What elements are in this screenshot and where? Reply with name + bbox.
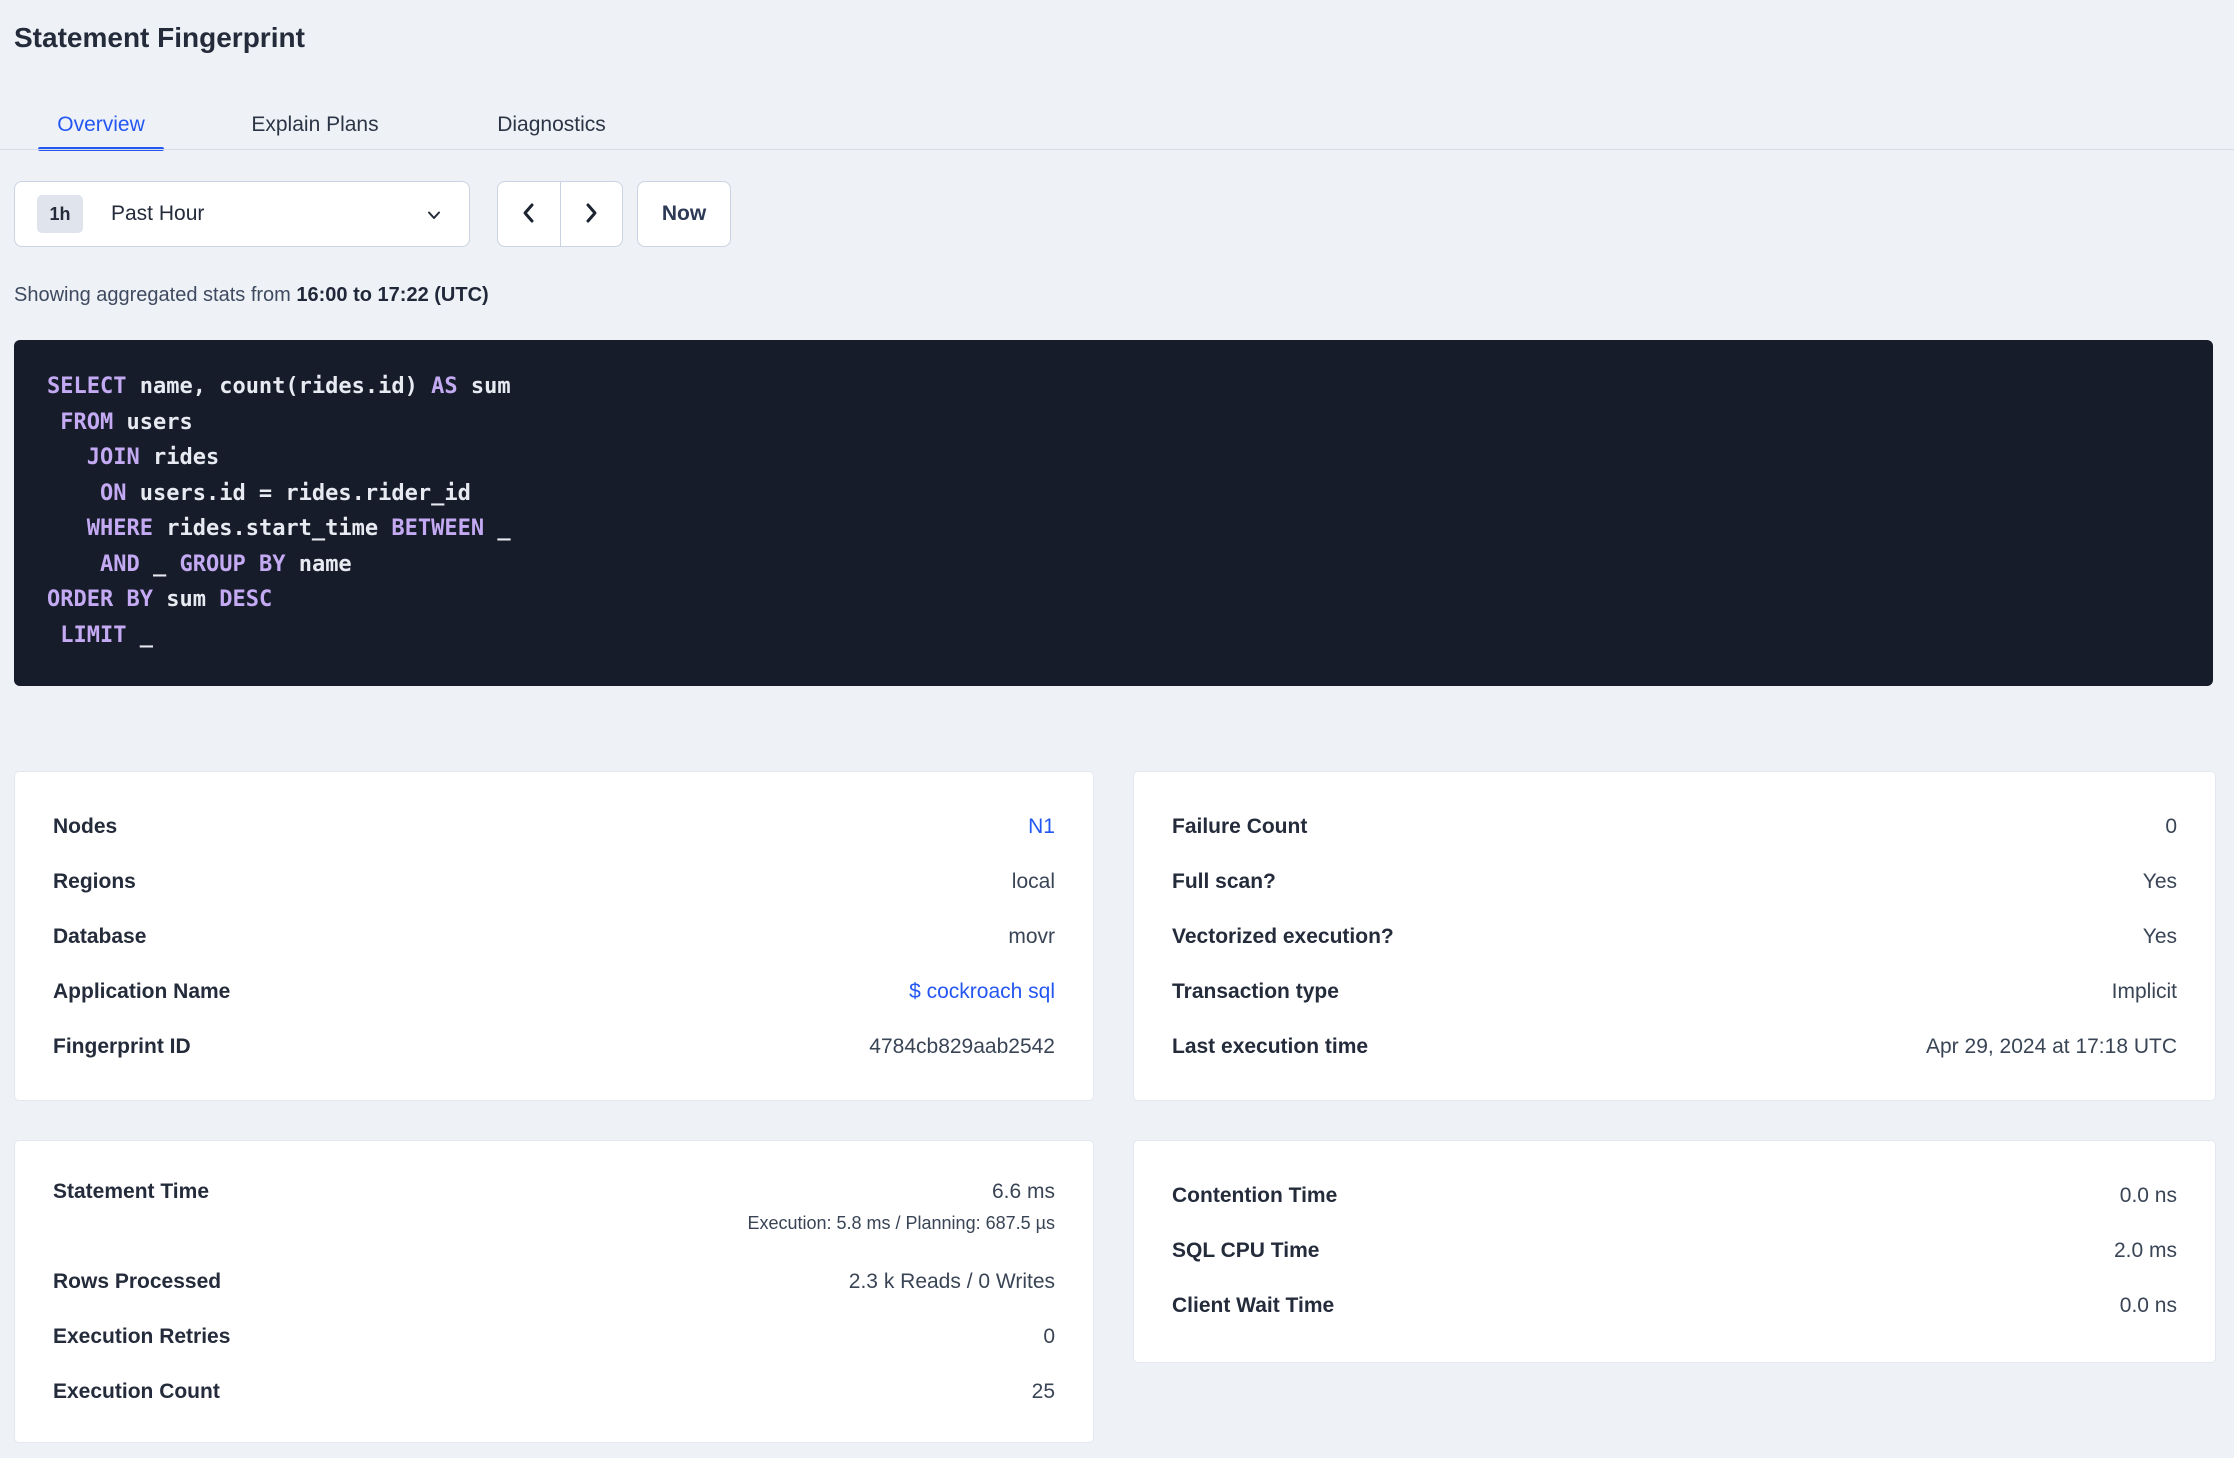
detail-row-transaction-type: Transaction type Implicit bbox=[1172, 964, 2177, 1019]
contention-time-value: 0.0 ns bbox=[2119, 1183, 2177, 1207]
detail-row-client-wait-time: Client Wait Time 0.0 ns bbox=[1172, 1278, 2177, 1333]
rows-processed-label: Rows Processed bbox=[53, 1269, 222, 1293]
detail-row-database: Database movr bbox=[53, 909, 1055, 964]
tab-overview[interactable]: Overview bbox=[38, 100, 164, 151]
chevron-left-icon bbox=[518, 201, 540, 228]
detail-row-statement-time: Statement Time 6.6 ms Execution: 5.8 ms … bbox=[53, 1168, 1055, 1254]
execution-retries-value: 0 bbox=[1043, 1324, 1055, 1348]
tabs-divider bbox=[0, 149, 2234, 150]
execution-count-value: 25 bbox=[1031, 1379, 1055, 1403]
tab-diagnostics[interactable]: Diagnostics bbox=[476, 100, 627, 150]
statement-time-card: Statement Time 6.6 ms Execution: 5.8 ms … bbox=[14, 1140, 1094, 1443]
sql-statement-box: SELECT name, count(rides.id) AS sum FROM… bbox=[14, 340, 2213, 686]
application-name-link[interactable]: $ cockroach sql bbox=[909, 980, 1055, 1004]
detail-row-nodes: Nodes N1 bbox=[53, 799, 1055, 854]
tab-overview-label: Overview bbox=[57, 113, 145, 136]
detail-row-application-name: Application Name $ cockroach sql bbox=[53, 964, 1055, 1019]
sql-cpu-time-label: SQL CPU Time bbox=[1172, 1238, 1320, 1262]
fingerprint-id-label: Fingerprint ID bbox=[53, 1034, 191, 1058]
statement-fingerprint-page: Statement Fingerprint Overview Explain P… bbox=[0, 0, 2234, 1458]
detail-row-full-scan: Full scan? Yes bbox=[1172, 854, 2177, 909]
full-scan-label: Full scan? bbox=[1172, 869, 1276, 893]
regions-label: Regions bbox=[53, 869, 136, 893]
contention-card: Contention Time 0.0 ns SQL CPU Time 2.0 … bbox=[1133, 1140, 2216, 1363]
client-wait-time-label: Client Wait Time bbox=[1172, 1293, 1335, 1317]
nodes-label: Nodes bbox=[53, 814, 118, 838]
detail-row-regions: Regions local bbox=[53, 854, 1055, 909]
failure-count-label: Failure Count bbox=[1172, 814, 1308, 838]
vectorized-label: Vectorized execution? bbox=[1172, 924, 1394, 948]
detail-row-contention-time: Contention Time 0.0 ns bbox=[1172, 1168, 2177, 1223]
detail-row-execution-count: Execution Count 25 bbox=[53, 1364, 1055, 1419]
full-scan-value: Yes bbox=[2142, 869, 2177, 893]
tab-explain-plans-label: Explain Plans bbox=[251, 113, 379, 136]
next-time-window-button[interactable] bbox=[561, 182, 623, 246]
statement-time-breakdown: Execution: 5.8 ms / Planning: 687.5 µs bbox=[747, 1213, 1055, 1233]
detail-row-execution-retries: Execution Retries 0 bbox=[53, 1309, 1055, 1364]
sql-cpu-time-value: 2.0 ms bbox=[2113, 1238, 2177, 1262]
detail-row-fingerprint-id: Fingerprint ID 4784cb829aab2542 bbox=[53, 1019, 1055, 1074]
client-wait-time-value: 0.0 ns bbox=[2119, 1293, 2177, 1317]
detail-row-sql-cpu-time: SQL CPU Time 2.0 ms bbox=[1172, 1223, 2177, 1278]
statement-time-value: 6.6 ms bbox=[991, 1180, 1055, 1203]
time-range-label: Past Hour bbox=[111, 202, 205, 225]
transaction-type-label: Transaction type bbox=[1172, 979, 1339, 1003]
execution-count-label: Execution Count bbox=[53, 1379, 220, 1403]
detail-row-vectorized: Vectorized execution? Yes bbox=[1172, 909, 2177, 964]
chevron-right-icon bbox=[580, 201, 602, 228]
application-name-label: Application Name bbox=[53, 979, 231, 1003]
time-range-selector[interactable]: 1h Past Hour bbox=[14, 181, 470, 247]
prev-time-window-button[interactable] bbox=[498, 182, 561, 246]
vectorized-value: Yes bbox=[2142, 924, 2177, 948]
chevron-down-icon bbox=[425, 206, 443, 227]
detail-row-rows-processed: Rows Processed 2.3 k Reads / 0 Writes bbox=[53, 1254, 1055, 1309]
nodes-link[interactable]: N1 bbox=[1028, 815, 1055, 839]
failure-count-value: 0 bbox=[2165, 814, 2177, 838]
time-window-arrows bbox=[497, 181, 623, 247]
last-execution-value: Apr 29, 2024 at 17:18 UTC bbox=[1926, 1034, 2177, 1058]
aggregated-stats-line: Showing aggregated stats from 16:00 to 1… bbox=[14, 284, 489, 307]
page-title: Statement Fingerprint bbox=[14, 22, 305, 53]
execution-retries-label: Execution Retries bbox=[53, 1324, 231, 1348]
detail-row-failure-count: Failure Count 0 bbox=[1172, 799, 2177, 854]
aggregated-stats-range: 16:00 to 17:22 (UTC) bbox=[296, 284, 489, 306]
rows-processed-value: 2.3 k Reads / 0 Writes bbox=[848, 1269, 1055, 1293]
tab-bar: Overview Explain Plans Diagnostics bbox=[0, 100, 2234, 151]
time-range-badge: 1h bbox=[37, 195, 83, 233]
fingerprint-id-value: 4784cb829aab2542 bbox=[869, 1034, 1055, 1058]
statement-details-card: Nodes N1 Regions local Database movr App… bbox=[14, 771, 1094, 1101]
contention-time-label: Contention Time bbox=[1172, 1183, 1338, 1207]
last-execution-label: Last execution time bbox=[1172, 1034, 1369, 1058]
now-button[interactable]: Now bbox=[637, 181, 731, 247]
execution-attributes-card: Failure Count 0 Full scan? Yes Vectorize… bbox=[1133, 771, 2216, 1101]
database-value: movr bbox=[1008, 924, 1055, 948]
tab-diagnostics-label: Diagnostics bbox=[497, 113, 606, 136]
database-label: Database bbox=[53, 924, 147, 948]
aggregated-stats-prefix: Showing aggregated stats from bbox=[14, 284, 297, 306]
statement-time-label: Statement Time bbox=[53, 1180, 209, 1203]
tab-explain-plans[interactable]: Explain Plans bbox=[231, 100, 399, 150]
transaction-type-value: Implicit bbox=[2111, 979, 2177, 1003]
regions-value: local bbox=[1011, 869, 1055, 893]
detail-row-last-execution: Last execution time Apr 29, 2024 at 17:1… bbox=[1172, 1019, 2177, 1074]
